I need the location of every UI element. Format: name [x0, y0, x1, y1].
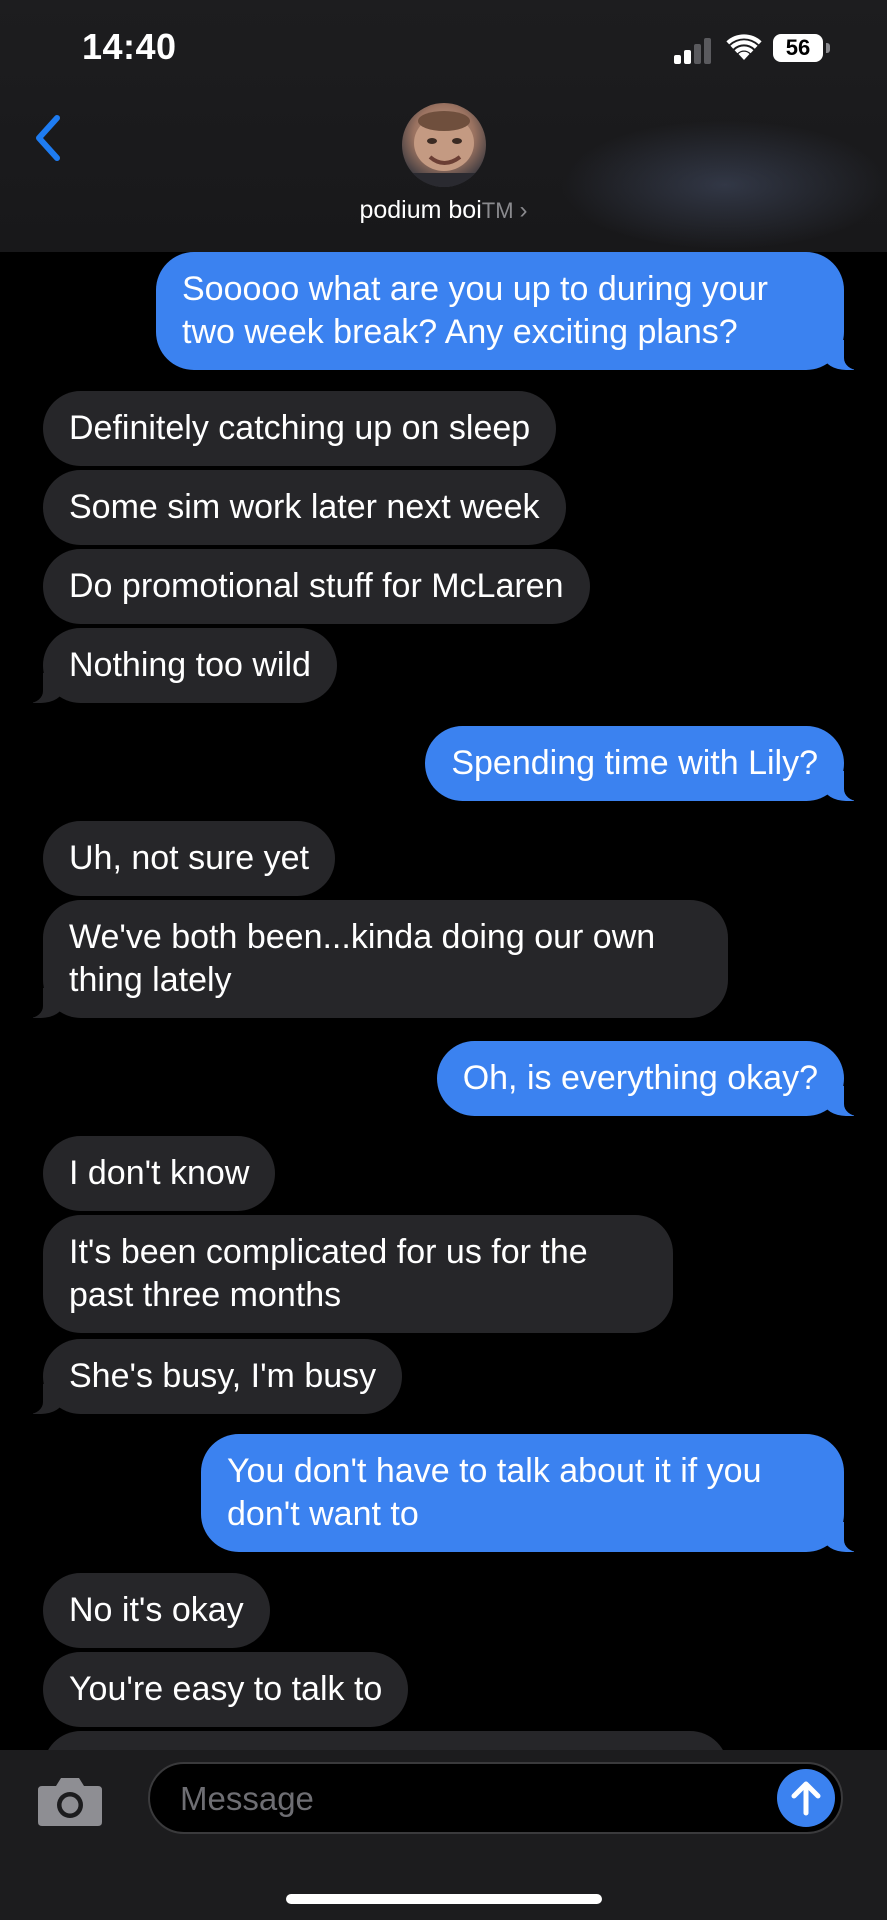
send-button[interactable] [777, 1769, 835, 1827]
message-bubble-incoming[interactable]: Some sim work later next week [43, 470, 566, 545]
message-composer [0, 1750, 887, 1920]
message-bubble-incoming[interactable]: Uh, not sure yet [43, 821, 336, 896]
contact-name: podium boi [359, 196, 482, 224]
message-bubble-incoming[interactable]: We've both been...kinda doing our own th… [21, 900, 728, 1018]
message-input[interactable] [178, 1764, 742, 1834]
message-bubble-outgoing[interactable]: Spending time with Lily? [425, 726, 866, 801]
message-bubble-incoming[interactable]: Do promotional stuff for McLaren [43, 549, 590, 624]
battery-level: 56 [785, 35, 811, 60]
contact-trademark: TM [481, 198, 514, 223]
battery-indicator: 56 [773, 34, 823, 62]
header-glow [560, 120, 887, 250]
wifi-icon [726, 34, 762, 60]
cellular-signal-icon [674, 36, 714, 64]
message-bubble-incoming[interactable]: You're easy to talk to [43, 1652, 409, 1727]
message-bubble-outgoing[interactable]: Sooooo what are you up to during your tw… [156, 252, 866, 370]
status-time: 14:40 [82, 26, 177, 67]
avatar-face-icon [402, 111, 486, 187]
send-arrow-up-icon [791, 1781, 821, 1816]
chevron-left-icon[interactable] [30, 108, 70, 168]
message-bubble-incoming[interactable]: She's busy, I'm busy [20, 1339, 403, 1414]
message-bubble-outgoing[interactable]: You don't have to talk about it if you d… [201, 1434, 866, 1552]
message-input-container[interactable] [148, 1762, 843, 1834]
message-bubble-incoming[interactable]: Nothing too wild [21, 628, 337, 703]
contact-avatar[interactable] [402, 103, 486, 187]
message-bubble-outgoing[interactable]: Oh, is everything okay? [436, 1041, 867, 1116]
chevron-right-icon: › [519, 197, 528, 224]
message-bubble-incoming[interactable]: Definitely catching up on sleep [43, 391, 557, 466]
message-bubble-incoming[interactable]: I don't know [43, 1136, 276, 1211]
conversation-header: 14:40 56 podium boiTM › [0, 0, 887, 252]
camera-icon[interactable] [36, 1772, 104, 1828]
contact-name-row[interactable]: podium boiTM › [0, 196, 887, 225]
message-bubble-incoming[interactable]: No it's okay [43, 1573, 270, 1648]
battery-nub [826, 43, 830, 53]
home-indicator[interactable] [286, 1894, 602, 1904]
message-bubble-incoming[interactable]: It's been complicated for us for the pas… [43, 1215, 673, 1333]
